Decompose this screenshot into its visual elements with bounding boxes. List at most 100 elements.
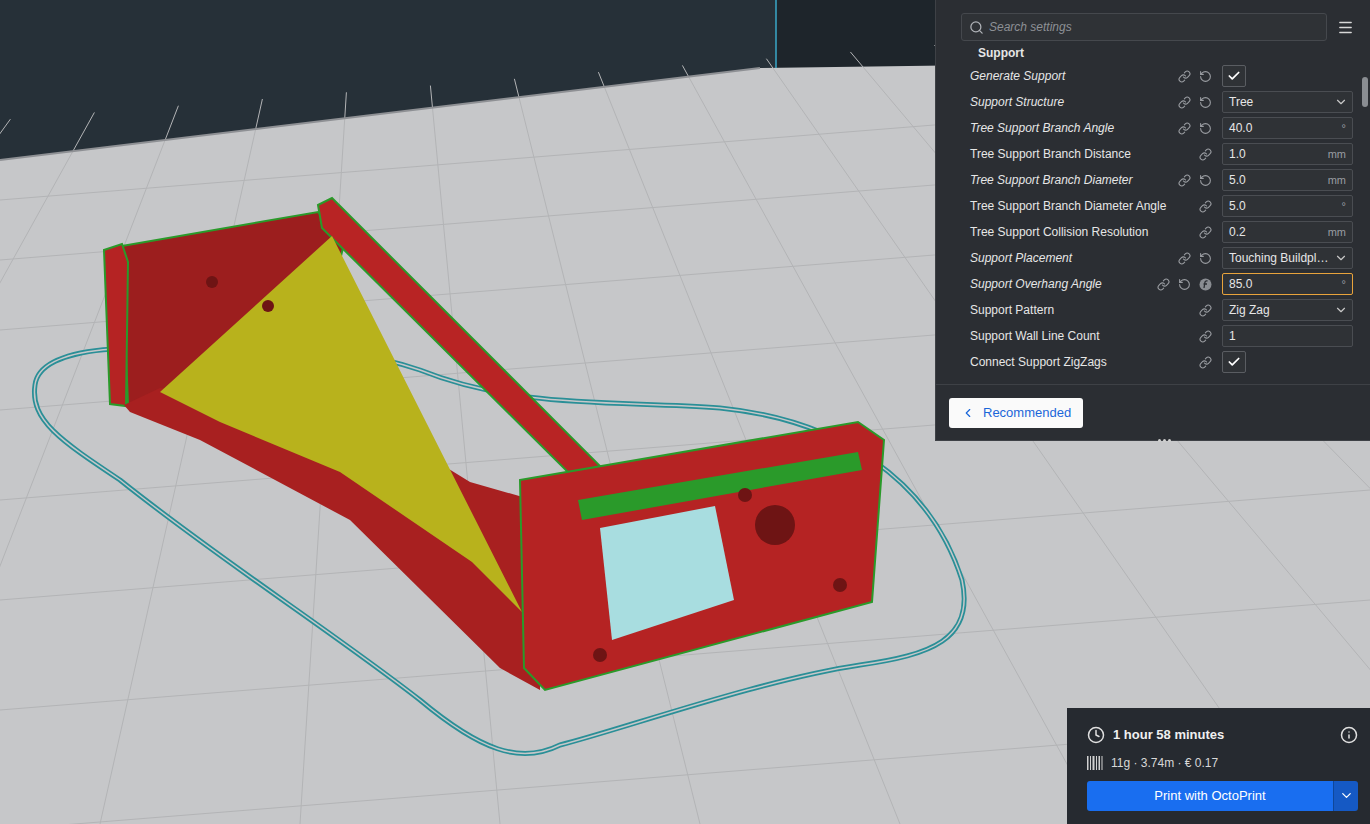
setting-row: Tree Support Branch Diameter Angle5.0° <box>936 193 1370 219</box>
chevron-down-icon <box>1334 303 1348 317</box>
link-icon[interactable] <box>1178 174 1191 187</box>
link-icon[interactable] <box>1178 96 1191 109</box>
setting-icons <box>1178 252 1222 265</box>
settings-panel: Search settings Support Generate Support Su… <box>935 0 1370 441</box>
setting-row: Tree Support Branch Diameter 5.0mm <box>936 167 1370 193</box>
setting-dropdown[interactable]: Tree <box>1222 91 1353 113</box>
setting-input[interactable]: 5.0mm <box>1222 169 1353 191</box>
dropdown-value: Touching Buildpl… <box>1229 249 1328 267</box>
clock-icon <box>1087 726 1105 744</box>
input-value: 1.0 <box>1229 145 1246 163</box>
info-icon[interactable] <box>1340 726 1358 744</box>
setting-icons <box>1178 70 1222 83</box>
barcode-icon <box>1087 756 1103 770</box>
setting-label: Tree Support Branch Distance <box>936 145 1199 163</box>
panel-footer: Recommended <box>936 385 1370 440</box>
input-unit: mm <box>1328 224 1346 241</box>
setting-icons <box>1178 122 1222 135</box>
setting-input[interactable]: 1.0mm <box>1222 143 1353 165</box>
link-icon[interactable] <box>1178 122 1191 135</box>
check-icon <box>1227 355 1241 369</box>
section-header[interactable]: Support <box>936 43 1370 63</box>
settings-list: SupportGenerate SupportSupport Structure… <box>936 43 1370 385</box>
setting-dropdown[interactable]: Zig Zag <box>1222 299 1353 321</box>
setting-label: Tree Support Collision Resolution <box>936 223 1199 241</box>
print-button-group: Print with OctoPrint <box>1087 781 1358 811</box>
print-time: 1 hour 58 minutes <box>1113 725 1332 745</box>
setting-row: Support Pattern Zig Zag <box>936 297 1370 323</box>
setting-label: Support Placement <box>936 249 1178 267</box>
link-icon[interactable] <box>1199 330 1212 343</box>
search-placeholder: Search settings <box>989 18 1072 36</box>
setting-input[interactable]: 85.0 ° <box>1222 273 1353 295</box>
setting-icons <box>1178 96 1222 109</box>
menu-icon[interactable] <box>1337 19 1354 36</box>
setting-row: Support Overhang Angle85.0° <box>936 271 1370 297</box>
recommended-label: Recommended <box>983 403 1071 423</box>
input-unit: ° <box>1342 198 1346 215</box>
link-icon[interactable] <box>1199 148 1212 161</box>
chevron-down-icon <box>1339 788 1354 803</box>
background <box>0 0 1370 824</box>
print-button[interactable]: Print with OctoPrint <box>1087 781 1333 811</box>
link-icon[interactable] <box>1178 252 1191 265</box>
link-icon[interactable] <box>1178 70 1191 83</box>
link-icon[interactable] <box>1199 226 1212 239</box>
reset-icon[interactable] <box>1199 96 1212 109</box>
setting-icons <box>1199 200 1222 213</box>
setting-row: Support Wall Line Count1 <box>936 323 1370 349</box>
check-icon <box>1227 69 1241 83</box>
setting-icons <box>1178 174 1222 187</box>
setting-icons <box>1199 148 1222 161</box>
setting-checkbox[interactable] <box>1222 351 1246 373</box>
setting-input[interactable]: 0.2 mm <box>1222 221 1353 243</box>
setting-row: Generate Support <box>936 63 1370 89</box>
link-icon[interactable] <box>1199 200 1212 213</box>
chevron-down-icon <box>1334 251 1348 265</box>
chevron-down-icon <box>1334 95 1348 109</box>
reset-icon[interactable] <box>1199 122 1212 135</box>
material-row: 11g · 3.74m · € 0.17 <box>1087 754 1358 772</box>
input-value: 1 <box>1229 327 1236 345</box>
link-icon[interactable] <box>1157 278 1170 291</box>
setting-label: Tree Support Branch Diameter <box>936 171 1178 189</box>
setting-label: Generate Support <box>936 67 1178 85</box>
search-bar-row: Search settings <box>936 0 1370 41</box>
setting-row: Tree Support Branch Angle40.0° <box>936 115 1370 141</box>
input-unit: ° <box>1342 276 1346 293</box>
link-icon[interactable] <box>1199 356 1212 369</box>
link-icon[interactable] <box>1199 304 1212 317</box>
print-panel: 1 hour 58 minutes 11g · 3.74m · € 0.17 Pri… <box>1067 708 1370 824</box>
chevron-left-icon <box>961 406 975 420</box>
search-icon <box>969 20 984 35</box>
setting-checkbox[interactable] <box>1222 65 1246 87</box>
material-usage: 11g · 3.74m · € 0.17 <box>1111 754 1218 772</box>
input-value: 0.2 <box>1229 223 1246 241</box>
section-title: Support <box>978 44 1024 62</box>
cura-window: Search settings Support Generate Support Su… <box>0 0 1370 824</box>
setting-dropdown[interactable]: Touching Buildpl… <box>1222 247 1353 269</box>
reset-icon[interactable] <box>1199 70 1212 83</box>
setting-input[interactable]: 40.0° <box>1222 117 1353 139</box>
scrollbar-thumb[interactable] <box>1362 77 1368 107</box>
resize-handle[interactable] <box>1158 439 1171 442</box>
reset-icon[interactable] <box>1178 278 1191 291</box>
setting-label: Support Pattern <box>936 301 1199 319</box>
input-unit: ° <box>1342 120 1346 137</box>
reset-icon[interactable] <box>1199 174 1212 187</box>
print-time-row: 1 hour 58 minutes <box>1087 725 1358 745</box>
input-value: 5.0 <box>1229 171 1246 189</box>
axis-line <box>775 0 777 68</box>
setting-input[interactable]: 5.0 ° <box>1222 195 1353 217</box>
formula-icon[interactable] <box>1199 278 1212 291</box>
input-value: 85.0 <box>1229 275 1252 293</box>
reset-icon[interactable] <box>1199 252 1212 265</box>
print-options-button[interactable] <box>1333 781 1358 811</box>
setting-row: Support Placement Touching Buildpl… <box>936 245 1370 271</box>
setting-icons <box>1199 356 1222 369</box>
search-field[interactable]: Search settings <box>961 13 1327 41</box>
skirt-icon <box>34 348 964 754</box>
setting-input[interactable]: 1 <box>1222 325 1353 347</box>
input-value: 5.0 <box>1229 197 1246 215</box>
recommended-button[interactable]: Recommended <box>949 398 1083 428</box>
